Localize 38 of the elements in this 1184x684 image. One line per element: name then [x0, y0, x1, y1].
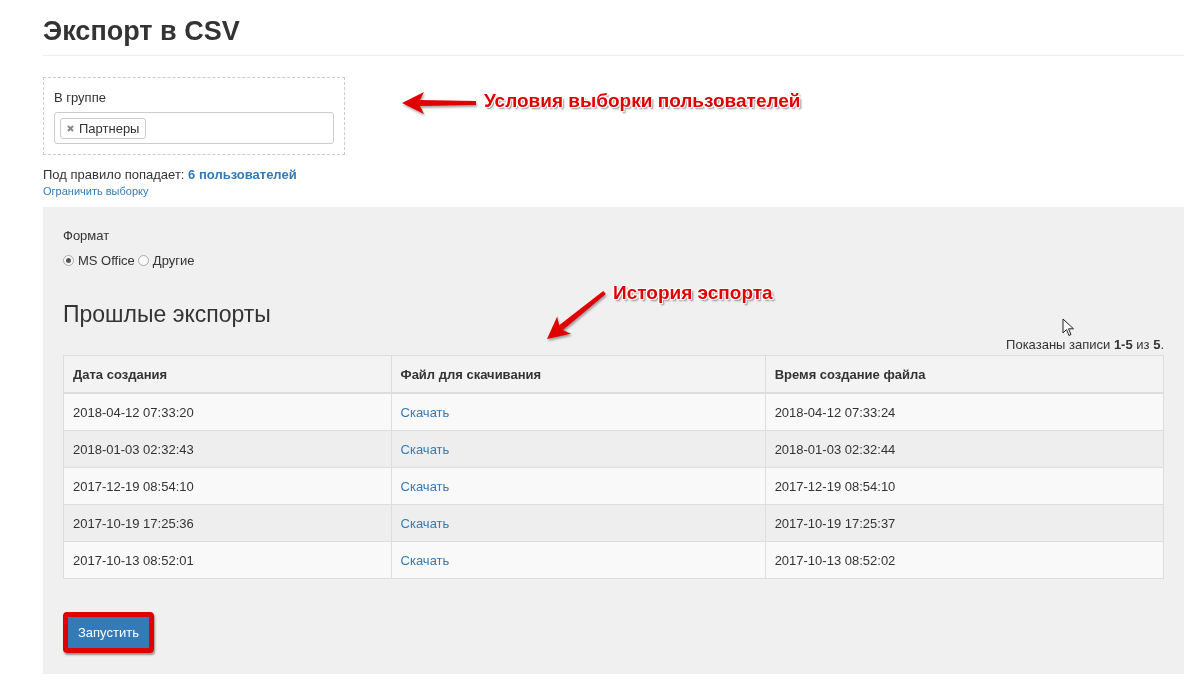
- arrow-icon: [400, 91, 478, 115]
- table-cell: 2017-10-19 17:25:36: [63, 504, 392, 542]
- table-cell: 2017-10-19 17:25:37: [765, 504, 1164, 542]
- section-heading: Прошлые экспорты: [63, 301, 271, 328]
- page-title: Экспорт в CSV: [43, 0, 1184, 56]
- table-cell: 2018-01-03 02:32:44: [765, 430, 1164, 468]
- users-link[interactable]: 6 пользователей: [188, 167, 297, 182]
- run-button[interactable]: Запустить: [68, 617, 149, 648]
- tag-chip[interactable]: Партнеры: [60, 117, 147, 139]
- download-link[interactable]: Скачать: [400, 478, 450, 494]
- radio-button[interactable]: [63, 255, 74, 266]
- records-summary: Показаны записи 1-5 из 5.: [1006, 337, 1164, 352]
- table-cell: 2018-01-03 02:32:43: [63, 430, 392, 468]
- field-label: В группе: [54, 90, 106, 105]
- mouse-pointer-icon: [1062, 318, 1075, 337]
- table-cell: 2018-04-12 07:33:24: [765, 393, 1164, 431]
- column-header: Файл для скачивания: [391, 355, 766, 393]
- download-link[interactable]: Скачать: [400, 404, 450, 420]
- column-header: Время создание файла: [765, 355, 1164, 393]
- format-label: Формат: [63, 228, 110, 243]
- download-link[interactable]: Скачать: [400, 552, 450, 568]
- radio-label[interactable]: Другие: [152, 253, 195, 268]
- annotation-text: История эспорта: [613, 282, 773, 304]
- table-cell: 2017-12-19 08:54:10: [63, 467, 392, 505]
- table-cell: 2017-10-13 08:52:01: [63, 541, 392, 579]
- annotation-text: Условия выборки пользователей: [484, 90, 801, 112]
- table-cell: 2018-04-12 07:33:20: [63, 393, 392, 431]
- table-cell: 2017-10-13 08:52:02: [765, 541, 1164, 579]
- table-cell: 2017-12-19 08:54:10: [765, 467, 1164, 505]
- radio-button[interactable]: [137, 255, 149, 266]
- download-link[interactable]: Скачать: [400, 441, 450, 457]
- download-link[interactable]: Скачать: [400, 515, 450, 531]
- radio-label[interactable]: MS Office: [78, 253, 135, 268]
- match-text: Под правило попадает: 6 пользователей: [43, 167, 298, 182]
- tag-input-field[interactable]: Партнеры: [54, 112, 334, 144]
- limit-link[interactable]: Ограничить выборку: [43, 185, 149, 197]
- close-icon[interactable]: [67, 124, 74, 132]
- column-header: Дата создания: [63, 355, 392, 393]
